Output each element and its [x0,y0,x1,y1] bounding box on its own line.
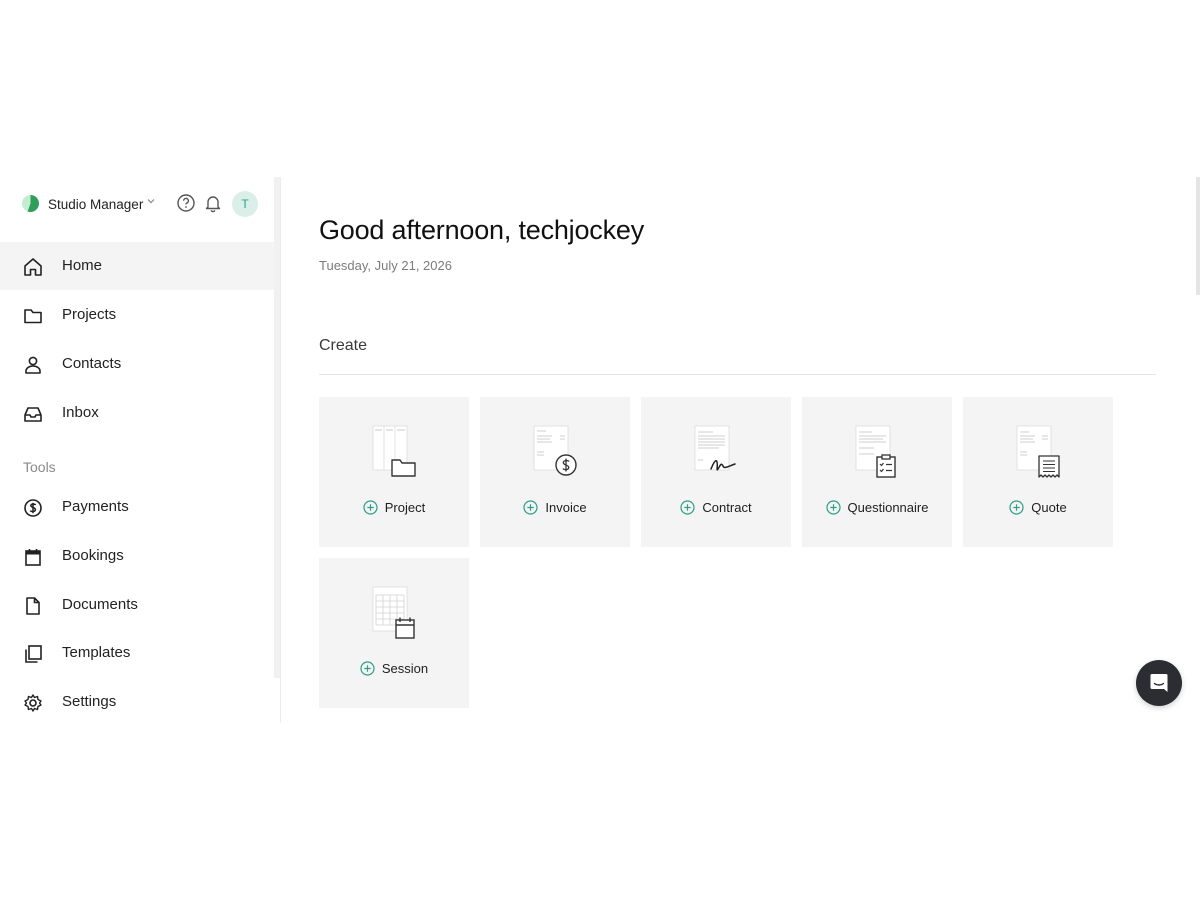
section-divider [319,374,1156,375]
gear-icon [24,694,42,712]
create-project-card[interactable]: Project [319,397,469,547]
home-icon [24,258,42,276]
sidebar-scrollbar[interactable] [274,177,280,678]
card-label: Questionnaire [847,500,929,515]
card-label: Quote [1031,500,1067,515]
plus-circle-icon [1009,500,1024,515]
create-session-card[interactable]: Session [319,558,469,708]
create-invoice-label: Invoice [480,500,630,516]
plus-circle-icon [360,661,375,676]
session-calendar-icon [372,586,415,639]
create-section-title: Create [319,337,368,354]
card-label: Invoice [545,500,587,515]
dollar-circle-icon [24,499,42,517]
invoice-dollar-icon [533,425,577,476]
create-questionnaire-card[interactable]: Questionnaire [802,397,952,547]
plus-circle-icon [363,500,378,515]
main-scrollbar[interactable] [1196,177,1200,295]
questionnaire-clipboard-icon [855,425,896,478]
current-date: Tuesday, July 21, 2026 [319,258,452,273]
chevron-down-icon[interactable] [145,195,157,207]
create-session-label: Session [319,661,469,677]
plus-circle-icon [523,500,538,515]
sidebar-item-payments[interactable]: Payments [0,483,274,531]
create-quote-card[interactable]: Quote [963,397,1113,547]
sidebar-item-label: Documents [62,596,138,613]
sidebar-item-inbox[interactable]: Inbox [0,389,274,437]
sidebar: Studio Manager T Home Projects Contacts [0,177,281,723]
sidebar-item-label: Bookings [62,547,124,564]
create-questionnaire-label: Questionnaire [802,500,952,516]
sidebar-item-documents[interactable]: Documents [0,581,274,629]
sidebar-item-contacts[interactable]: Contacts [0,340,274,388]
tools-section-label: Tools [23,459,56,475]
sidebar-item-label: Payments [62,498,129,515]
plus-circle-icon [825,500,841,515]
brand-name[interactable]: Studio Manager [48,197,143,212]
help-icon[interactable] [176,193,196,213]
sidebar-item-label: Templates [62,644,131,661]
page-title: Good afternoon, techjockey [319,215,645,245]
sidebar-item-label: Projects [62,306,117,323]
inbox-icon [24,407,42,422]
plus-circle-icon [680,500,696,515]
sidebar-item-label: Home [62,257,103,274]
app-window: Studio Manager T Home Projects Contacts [0,177,1200,723]
create-invoice-card[interactable]: Invoice [480,397,630,547]
sidebar-header: Studio Manager T [0,177,274,231]
sidebar-item-bookings[interactable]: Bookings [0,532,274,580]
sidebar-item-home[interactable]: Home [0,242,274,290]
calendar-icon [25,549,41,566]
brand-logo-icon [22,195,39,212]
templates-icon [25,645,42,663]
card-label: Session [381,661,429,676]
document-icon [26,597,40,615]
contract-signature-icon [694,425,736,471]
sidebar-item-projects[interactable]: Projects [0,291,274,339]
avatar[interactable]: T [232,191,258,217]
create-project-label: Project [319,500,469,516]
card-label: Project [384,500,426,515]
sidebar-item-label: Settings [62,693,117,710]
main-content: Good afternoon, techjockey Tuesday, July… [282,177,1200,723]
folder-icon [24,309,42,324]
sidebar-item-label: Inbox [62,404,99,421]
project-folder-icon [372,425,416,477]
sidebar-item-label: Contacts [62,355,122,372]
create-contract-label: Contract [641,500,791,516]
chat-launcher-button[interactable] [1136,660,1182,706]
create-quote-label: Quote [963,500,1113,516]
card-label: Contract [702,500,752,515]
bell-icon[interactable] [203,193,223,213]
quote-receipt-icon [1016,425,1060,478]
sidebar-item-templates[interactable]: Templates [0,629,274,677]
person-icon [25,356,41,374]
create-contract-card[interactable]: Contract [641,397,791,547]
sidebar-item-settings[interactable]: Settings [0,678,274,723]
chat-icon [1150,674,1168,692]
